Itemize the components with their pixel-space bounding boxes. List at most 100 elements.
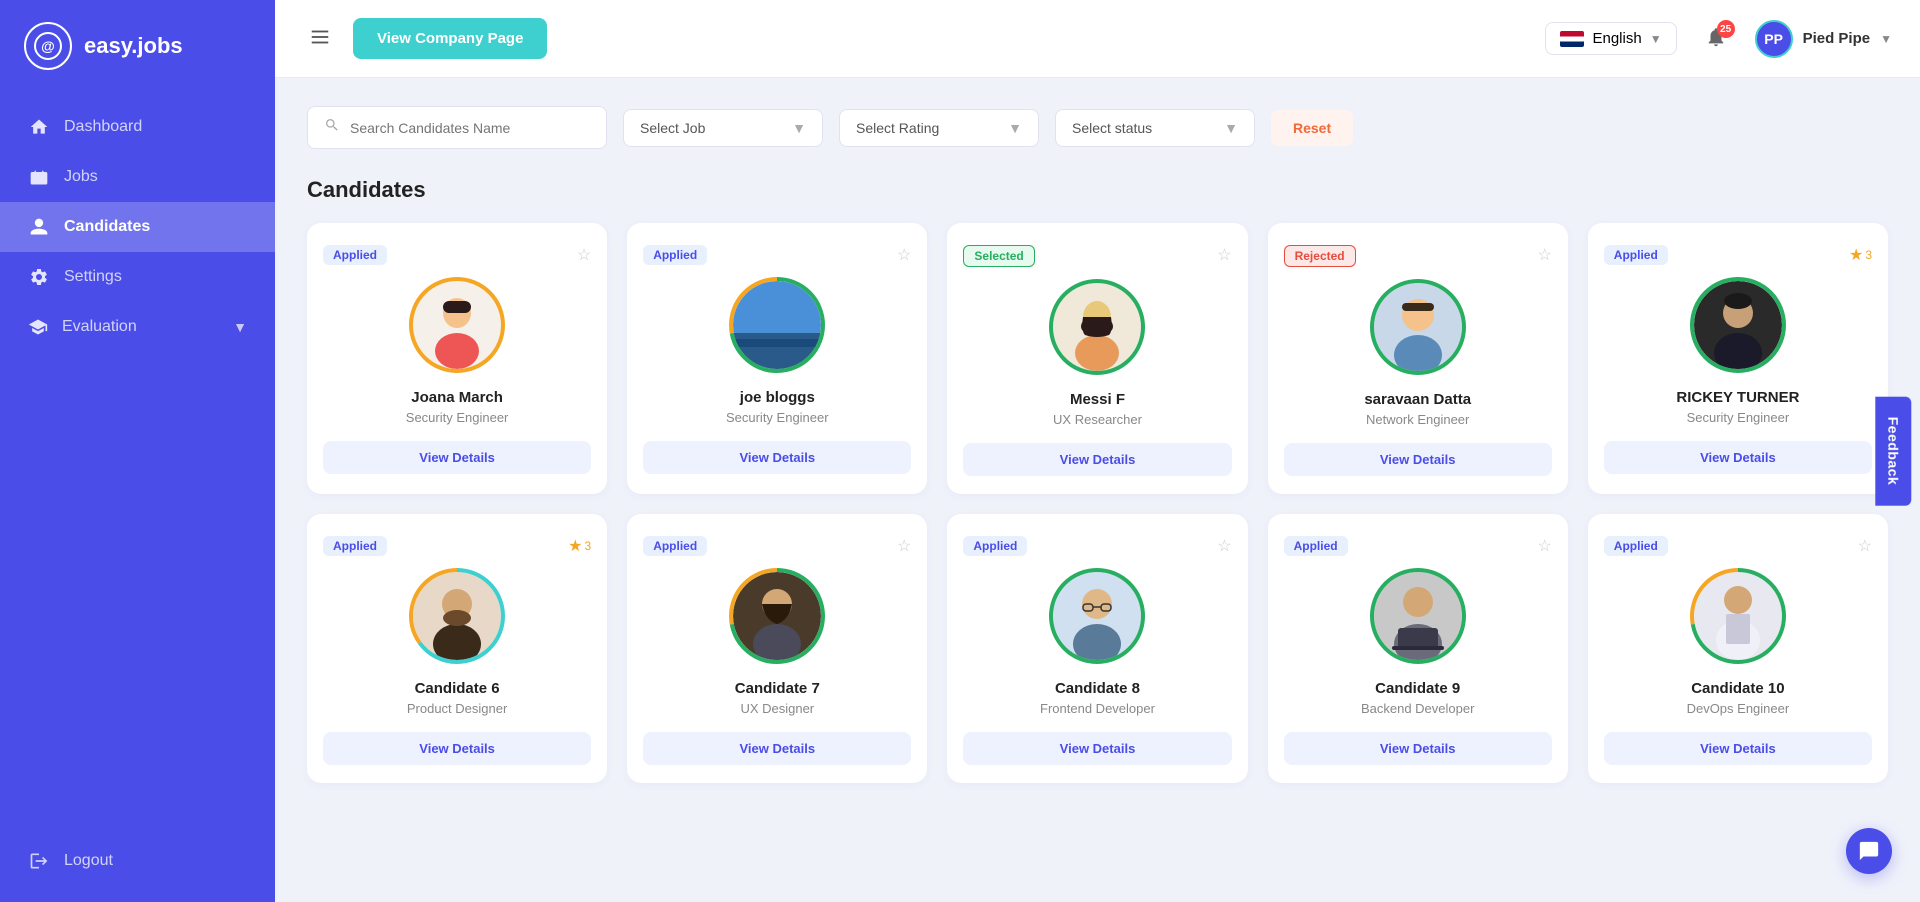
sidebar-item-settings[interactable]: Settings xyxy=(0,252,275,302)
star-rating[interactable]: ☆ xyxy=(577,245,591,265)
view-details-button[interactable]: View Details xyxy=(1284,443,1552,476)
view-details-button[interactable]: View Details xyxy=(1284,732,1552,765)
select-status-dropdown[interactable]: Select status ▼ xyxy=(1055,109,1255,147)
card-top-row: Selected ☆ xyxy=(963,245,1231,267)
avatar-wrap xyxy=(1688,566,1788,666)
star-rating[interactable]: ★ 3 xyxy=(1849,245,1872,265)
star-rating[interactable]: ☆ xyxy=(1217,245,1231,265)
candidate-name: saravaan Datta xyxy=(1364,391,1471,408)
search-icon xyxy=(324,117,340,138)
candidate-card: Applied ★ 3 RICKEY TURNER Security Engin… xyxy=(1588,223,1888,494)
star-rating[interactable]: ☆ xyxy=(897,536,911,556)
chat-bubble[interactable] xyxy=(1846,828,1892,874)
sidebar-item-evaluation[interactable]: Evaluation ▼ xyxy=(0,302,275,352)
candidate-role: UX Researcher xyxy=(1053,412,1142,427)
user-chevron-icon: ▼ xyxy=(1880,32,1892,46)
logo-area: @ easy.jobs xyxy=(0,0,275,92)
star-rating[interactable]: ☆ xyxy=(897,245,911,265)
avatar-wrap xyxy=(727,275,827,375)
view-details-button[interactable]: View Details xyxy=(323,732,591,765)
hamburger-button[interactable] xyxy=(303,20,337,57)
candidate-card: Applied ☆ Candidate 8 Frontend Developer… xyxy=(947,514,1247,783)
logout-icon xyxy=(28,850,50,872)
status-badge: Rejected xyxy=(1284,245,1356,267)
status-badge: Applied xyxy=(323,536,387,556)
view-details-button[interactable]: View Details xyxy=(963,443,1231,476)
main-content: View Company Page English ▼ 25 PP Pied P… xyxy=(275,0,1920,902)
avatar-wrap xyxy=(407,275,507,375)
search-input-wrap xyxy=(307,106,607,149)
candidate-card: Rejected ☆ saravaan Datta Network Engine… xyxy=(1268,223,1568,494)
candidate-name: Candidate 9 xyxy=(1375,680,1460,697)
candidate-name: Candidate 8 xyxy=(1055,680,1140,697)
briefcase-icon xyxy=(28,166,50,188)
logout-label: Logout xyxy=(64,852,113,870)
star-rating[interactable]: ☆ xyxy=(1858,536,1872,556)
sidebar-item-candidates[interactable]: Candidates xyxy=(0,202,275,252)
view-details-button[interactable]: View Details xyxy=(323,441,591,474)
jobs-label: Jobs xyxy=(64,168,98,186)
select-rating-dropdown[interactable]: Select Rating ▼ xyxy=(839,109,1039,147)
candidate-card: Applied ☆ joe bloggs Security Engineer V… xyxy=(627,223,927,494)
view-details-button[interactable]: View Details xyxy=(1604,732,1872,765)
avatar-wrap xyxy=(1368,566,1468,666)
status-badge: Applied xyxy=(1284,536,1348,556)
card-top-row: Applied ☆ xyxy=(643,245,911,265)
status-badge: Applied xyxy=(643,536,707,556)
dashboard-label: Dashboard xyxy=(64,118,142,136)
select-status-label: Select status xyxy=(1072,120,1152,136)
rating-chevron-icon: ▼ xyxy=(1008,120,1022,136)
star-rating[interactable]: ☆ xyxy=(1537,536,1551,556)
view-details-button[interactable]: View Details xyxy=(1604,441,1872,474)
sidebar-item-jobs[interactable]: Jobs xyxy=(0,152,275,202)
star-rating[interactable]: ★ 3 xyxy=(568,536,591,556)
search-input[interactable] xyxy=(350,120,590,136)
candidate-role: DevOps Engineer xyxy=(1687,701,1790,716)
candidate-name: Candidate 7 xyxy=(735,680,820,697)
logout-item[interactable]: Logout xyxy=(28,850,247,872)
user-avatar: PP xyxy=(1755,20,1793,58)
status-badge: Applied xyxy=(1604,536,1668,556)
status-badge: Applied xyxy=(1604,245,1668,265)
status-badge: Selected xyxy=(963,245,1034,267)
header: View Company Page English ▼ 25 PP Pied P… xyxy=(275,0,1920,78)
star-count: 3 xyxy=(1865,248,1872,262)
sidebar-bottom: Logout xyxy=(0,832,275,902)
star-rating[interactable]: ☆ xyxy=(1217,536,1231,556)
candidate-card: Selected ☆ Messi F UX Researcher View De… xyxy=(947,223,1247,494)
view-details-button[interactable]: View Details xyxy=(643,732,911,765)
view-details-button[interactable]: View Details xyxy=(963,732,1231,765)
notification-badge: 25 xyxy=(1717,20,1735,38)
avatar-wrap xyxy=(1047,566,1147,666)
candidate-card: Applied ★ 3 Candidate 6 Product Designer… xyxy=(307,514,607,783)
star-filled-icon: ★ xyxy=(568,536,582,556)
user-profile[interactable]: PP Pied Pipe ▼ xyxy=(1755,20,1892,58)
page-title: Candidates xyxy=(307,177,426,203)
select-job-dropdown[interactable]: Select Job ▼ xyxy=(623,109,823,147)
gear-icon xyxy=(28,266,50,288)
user-icon xyxy=(28,216,50,238)
view-details-button[interactable]: View Details xyxy=(643,441,911,474)
star-rating[interactable]: ☆ xyxy=(1537,245,1551,265)
candidate-role: Security Engineer xyxy=(726,410,829,425)
card-top-row: Applied ☆ xyxy=(1284,536,1552,556)
feedback-button[interactable]: Feedback xyxy=(1876,397,1912,506)
view-company-button[interactable]: View Company Page xyxy=(353,18,547,59)
reset-button[interactable]: Reset xyxy=(1271,110,1353,146)
avatar-wrap xyxy=(1368,277,1468,377)
notification-button[interactable]: 25 xyxy=(1693,20,1739,57)
star-filled-icon: ★ xyxy=(1849,245,1863,265)
card-top-row: Applied ★ 3 xyxy=(1604,245,1872,265)
candidate-role: Network Engineer xyxy=(1366,412,1469,427)
card-top-row: Applied ★ 3 xyxy=(323,536,591,556)
candidate-name: RICKEY TURNER xyxy=(1676,389,1799,406)
select-job-label: Select Job xyxy=(640,120,705,136)
sidebar-item-dashboard[interactable]: Dashboard xyxy=(0,102,275,152)
language-selector[interactable]: English ▼ xyxy=(1545,22,1676,55)
card-top-row: Applied ☆ xyxy=(1604,536,1872,556)
candidate-role: Product Designer xyxy=(407,701,507,716)
sidebar-nav: Dashboard Jobs Candidates Settings xyxy=(0,92,275,832)
home-icon xyxy=(28,116,50,138)
language-label: English xyxy=(1592,30,1641,47)
candidates-label: Candidates xyxy=(64,218,150,236)
